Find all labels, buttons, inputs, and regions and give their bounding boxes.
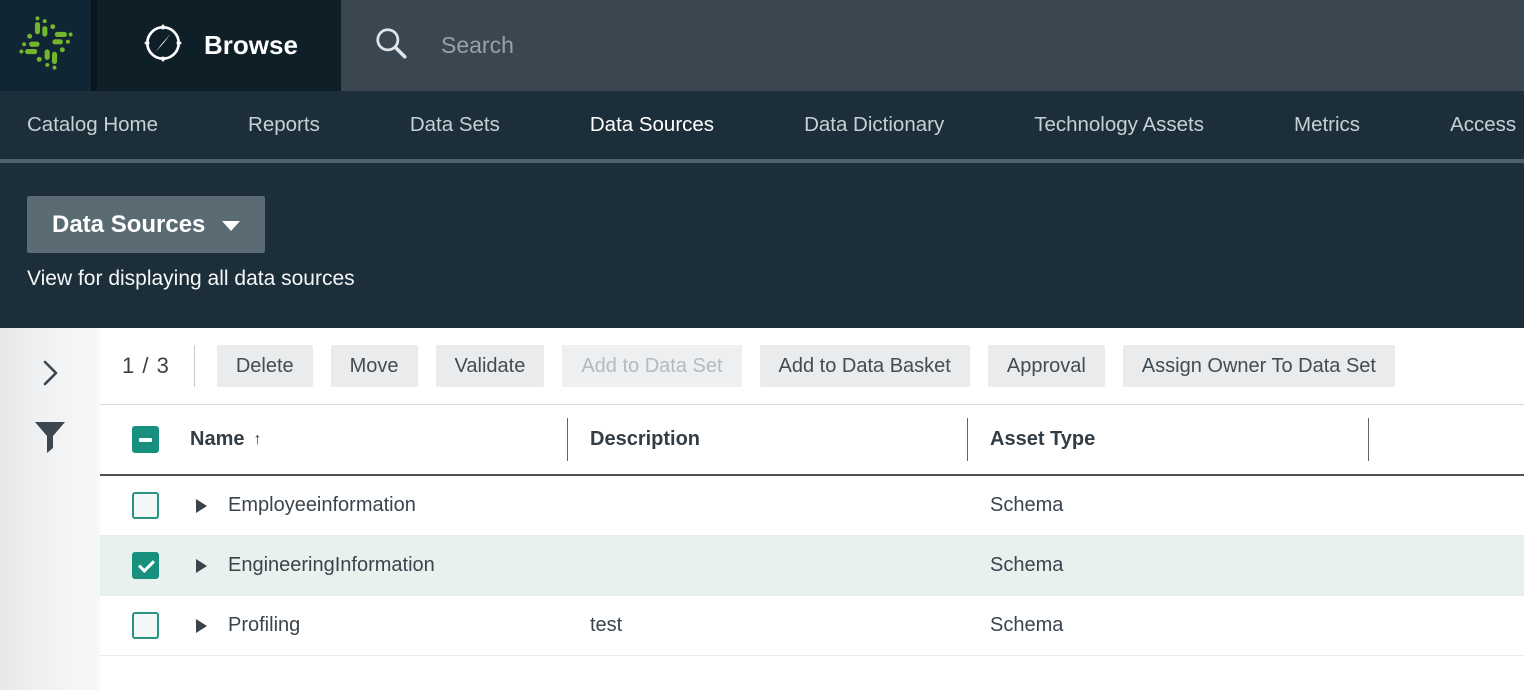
app-window: Browse Catalog Home Reports Data Sets Da… xyxy=(0,0,1524,690)
add-to-data-set-button: Add to Data Set xyxy=(562,345,741,387)
asset-name[interactable]: Employeeinformation xyxy=(228,494,568,517)
toolbar-divider xyxy=(194,345,195,387)
table-row: Profiling test Schema xyxy=(100,596,1524,656)
nav-tab-label: Data Sets xyxy=(410,113,500,137)
nav-tab-label: Technology Assets xyxy=(1034,113,1204,137)
content-area: 1 / 3 Delete Move Validate Add to Data S… xyxy=(0,328,1524,690)
asset-name[interactable]: Profiling xyxy=(228,614,568,637)
table-row: EngineeringInformation Schema xyxy=(100,536,1524,596)
column-header-asset-type[interactable]: Asset Type xyxy=(968,405,1369,474)
column-header-extra xyxy=(1369,405,1524,474)
search-input[interactable] xyxy=(441,32,1241,59)
expand-sidebar-button[interactable] xyxy=(38,358,62,388)
asset-type: Schema xyxy=(968,554,1369,577)
nav-tab-label: Catalog Home xyxy=(27,113,158,137)
table-header-row: Name ↑ Description Asset Type xyxy=(100,404,1524,476)
nav-tab-data-dictionary[interactable]: Data Dictionary xyxy=(804,91,944,159)
column-header-name-label: Name xyxy=(190,428,244,451)
column-header-description-label: Description xyxy=(590,428,700,451)
data-sources-table: Name ↑ Description Asset Type xyxy=(100,404,1524,656)
nav-tab-data-sources[interactable]: Data Sources xyxy=(590,91,714,159)
view-title: Data Sources xyxy=(52,211,205,239)
nav-tab-data-sets[interactable]: Data Sets xyxy=(410,91,500,159)
row-checkbox[interactable] xyxy=(132,552,159,579)
table-body: Employeeinformation Schema EngineeringIn… xyxy=(100,476,1524,656)
filter-button[interactable] xyxy=(33,420,67,454)
row-checkbox[interactable] xyxy=(132,492,159,519)
page-indicator: 1 / 3 xyxy=(122,353,170,379)
browse-button[interactable]: Browse xyxy=(91,0,341,91)
move-button[interactable]: Move xyxy=(331,345,418,387)
row-checkbox-cell xyxy=(100,612,190,639)
nav-tab-reports[interactable]: Reports xyxy=(248,91,320,159)
row-checkbox-cell xyxy=(100,492,190,519)
nav-tab-label: Access xyxy=(1450,113,1516,137)
column-header-asset-type-label: Asset Type xyxy=(990,428,1095,451)
topbar: Browse xyxy=(0,0,1524,91)
row-checkbox[interactable] xyxy=(132,612,159,639)
app-logo[interactable] xyxy=(0,0,91,91)
nav-tab-label: Data Dictionary xyxy=(804,113,944,137)
search-icon xyxy=(373,25,409,66)
expand-row-icon[interactable] xyxy=(196,619,207,633)
toolbar-buttons: Delete Move Validate Add to Data Set Add… xyxy=(217,345,1395,387)
row-checkbox-cell xyxy=(100,552,190,579)
approval-button[interactable]: Approval xyxy=(988,345,1105,387)
nav-tab-label: Data Sources xyxy=(590,113,714,137)
collibra-logo-icon xyxy=(18,15,74,76)
toolbar: 1 / 3 Delete Move Validate Add to Data S… xyxy=(100,328,1524,404)
row-expand-cell xyxy=(190,559,228,573)
column-header-description[interactable]: Description xyxy=(568,405,968,474)
sort-asc-icon: ↑ xyxy=(253,431,261,449)
validate-button[interactable]: Validate xyxy=(436,345,545,387)
nav-tab-access[interactable]: Access xyxy=(1450,91,1516,159)
main-panel: 1 / 3 Delete Move Validate Add to Data S… xyxy=(100,328,1524,690)
expand-row-icon[interactable] xyxy=(196,559,207,573)
search-bar[interactable] xyxy=(341,0,1524,91)
row-expand-cell xyxy=(190,499,228,513)
chevron-down-icon xyxy=(222,221,240,231)
asset-type: Schema xyxy=(968,614,1369,637)
nav-tab-technology-assets[interactable]: Technology Assets xyxy=(1034,91,1204,159)
delete-button[interactable]: Delete xyxy=(217,345,313,387)
collapsed-sidebar xyxy=(0,328,100,690)
add-to-data-basket-button[interactable]: Add to Data Basket xyxy=(760,345,970,387)
asset-description: test xyxy=(568,614,968,637)
nav-tab-metrics[interactable]: Metrics xyxy=(1294,91,1360,159)
asset-type: Schema xyxy=(968,494,1369,517)
select-all-checkbox[interactable] xyxy=(132,426,159,453)
row-expand-cell xyxy=(190,619,228,633)
assign-owner-to-data-set-button[interactable]: Assign Owner To Data Set xyxy=(1123,345,1395,387)
compass-icon xyxy=(140,20,186,71)
expand-row-icon[interactable] xyxy=(196,499,207,513)
asset-name[interactable]: EngineeringInformation xyxy=(228,554,568,577)
view-subtitle: View for displaying all data sources xyxy=(27,267,1524,291)
view-header: Data Sources View for displaying all dat… xyxy=(0,163,1524,328)
table-row: Employeeinformation Schema xyxy=(100,476,1524,536)
main-nav: Catalog Home Reports Data Sets Data Sour… xyxy=(0,91,1524,163)
nav-tab-catalog-home[interactable]: Catalog Home xyxy=(27,91,158,159)
column-header-name[interactable]: Name ↑ xyxy=(190,405,568,474)
nav-tab-label: Reports xyxy=(248,113,320,137)
select-all-cell xyxy=(100,405,190,474)
browse-label: Browse xyxy=(204,30,298,61)
view-selector-dropdown[interactable]: Data Sources xyxy=(27,196,265,253)
nav-tab-label: Metrics xyxy=(1294,113,1360,137)
